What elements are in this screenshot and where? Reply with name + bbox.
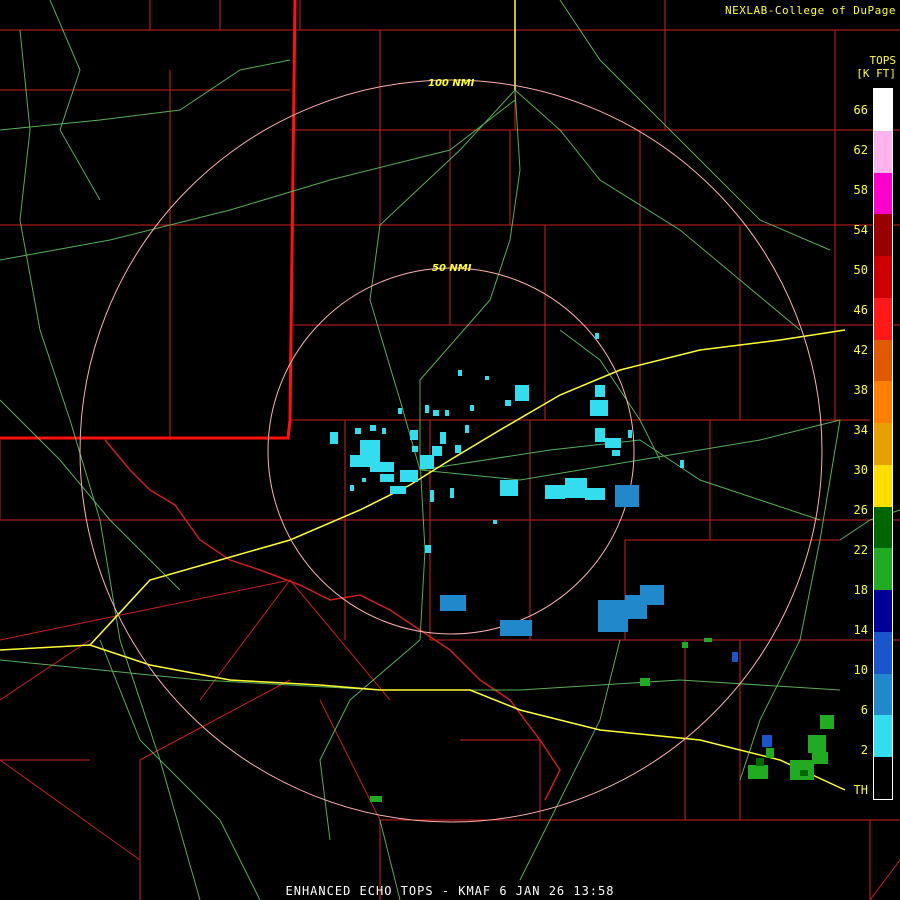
radar-map: 50 NMI 100 NMI (0, 0, 900, 900)
legend-tick-label: TH (853, 783, 868, 797)
range-label-100: 100 NMI (428, 78, 475, 89)
legend-color-cell (874, 256, 892, 298)
legend-color-cell (874, 673, 892, 716)
legend-tick-label: 50 (853, 263, 868, 277)
echo-returns-blue (440, 485, 664, 636)
legend-color-cell (874, 214, 892, 256)
legend-tick-label: 58 (853, 183, 868, 197)
legend-tick-label: 54 (853, 223, 868, 237)
legend-tick-label: 38 (853, 383, 868, 397)
legend-tick-label: 34 (853, 423, 868, 437)
legend-tick-label: 18 (853, 583, 868, 597)
legend-tick-label: 26 (853, 503, 868, 517)
legend-tick-label: 66 (853, 103, 868, 117)
legend-tick-label: 14 (853, 623, 868, 637)
range-ring-100 (79, 79, 823, 823)
legend-tick-label: 62 (853, 143, 868, 157)
legend-color-cell (874, 548, 892, 590)
echo-returns-navy (732, 652, 772, 747)
legend-color-cell (874, 464, 892, 507)
legend-tick-label: 10 (853, 663, 868, 677)
interstates (0, 0, 846, 791)
legend-tick-label: 46 (853, 303, 868, 317)
border-river (104, 439, 561, 801)
legend-title-line2: [K FT] (856, 67, 896, 80)
legend-color-cell (874, 339, 892, 382)
legend-tick-label: 22 (853, 543, 868, 557)
legend-color-cell (874, 89, 892, 131)
legend-color-cell (874, 130, 892, 173)
legend-tick-label: 6 (860, 703, 868, 717)
legend-tick-label: 30 (853, 463, 868, 477)
legend-color-cell (874, 757, 892, 799)
credit-text: NEXLAB-College of DuPage (725, 4, 896, 17)
legend-color-cell (874, 423, 892, 465)
footer-caption: ENHANCED ECHO TOPS - KMAF 6 JAN 26 13:58 (285, 884, 615, 898)
state-boundary (0, 0, 297, 440)
legend-color-cell (874, 172, 892, 215)
legend-color-cell (874, 297, 892, 340)
legend-tick-label: 42 (853, 343, 868, 357)
legend-title-line1: TOPS (869, 54, 897, 67)
legend-tick-label: 2 (860, 743, 868, 757)
legend-color-cell (874, 506, 892, 549)
legend-color-cell (874, 631, 892, 674)
color-legend-bar (873, 88, 893, 800)
range-label-50: 50 NMI (432, 263, 472, 274)
legend-color-cell (874, 715, 892, 757)
legend-title: TOPS [K FT] (856, 54, 896, 80)
legend-color-cell (874, 381, 892, 423)
echo-returns-green (370, 638, 834, 802)
legend-color-cell (874, 590, 892, 632)
range-ring-50 (267, 267, 635, 635)
